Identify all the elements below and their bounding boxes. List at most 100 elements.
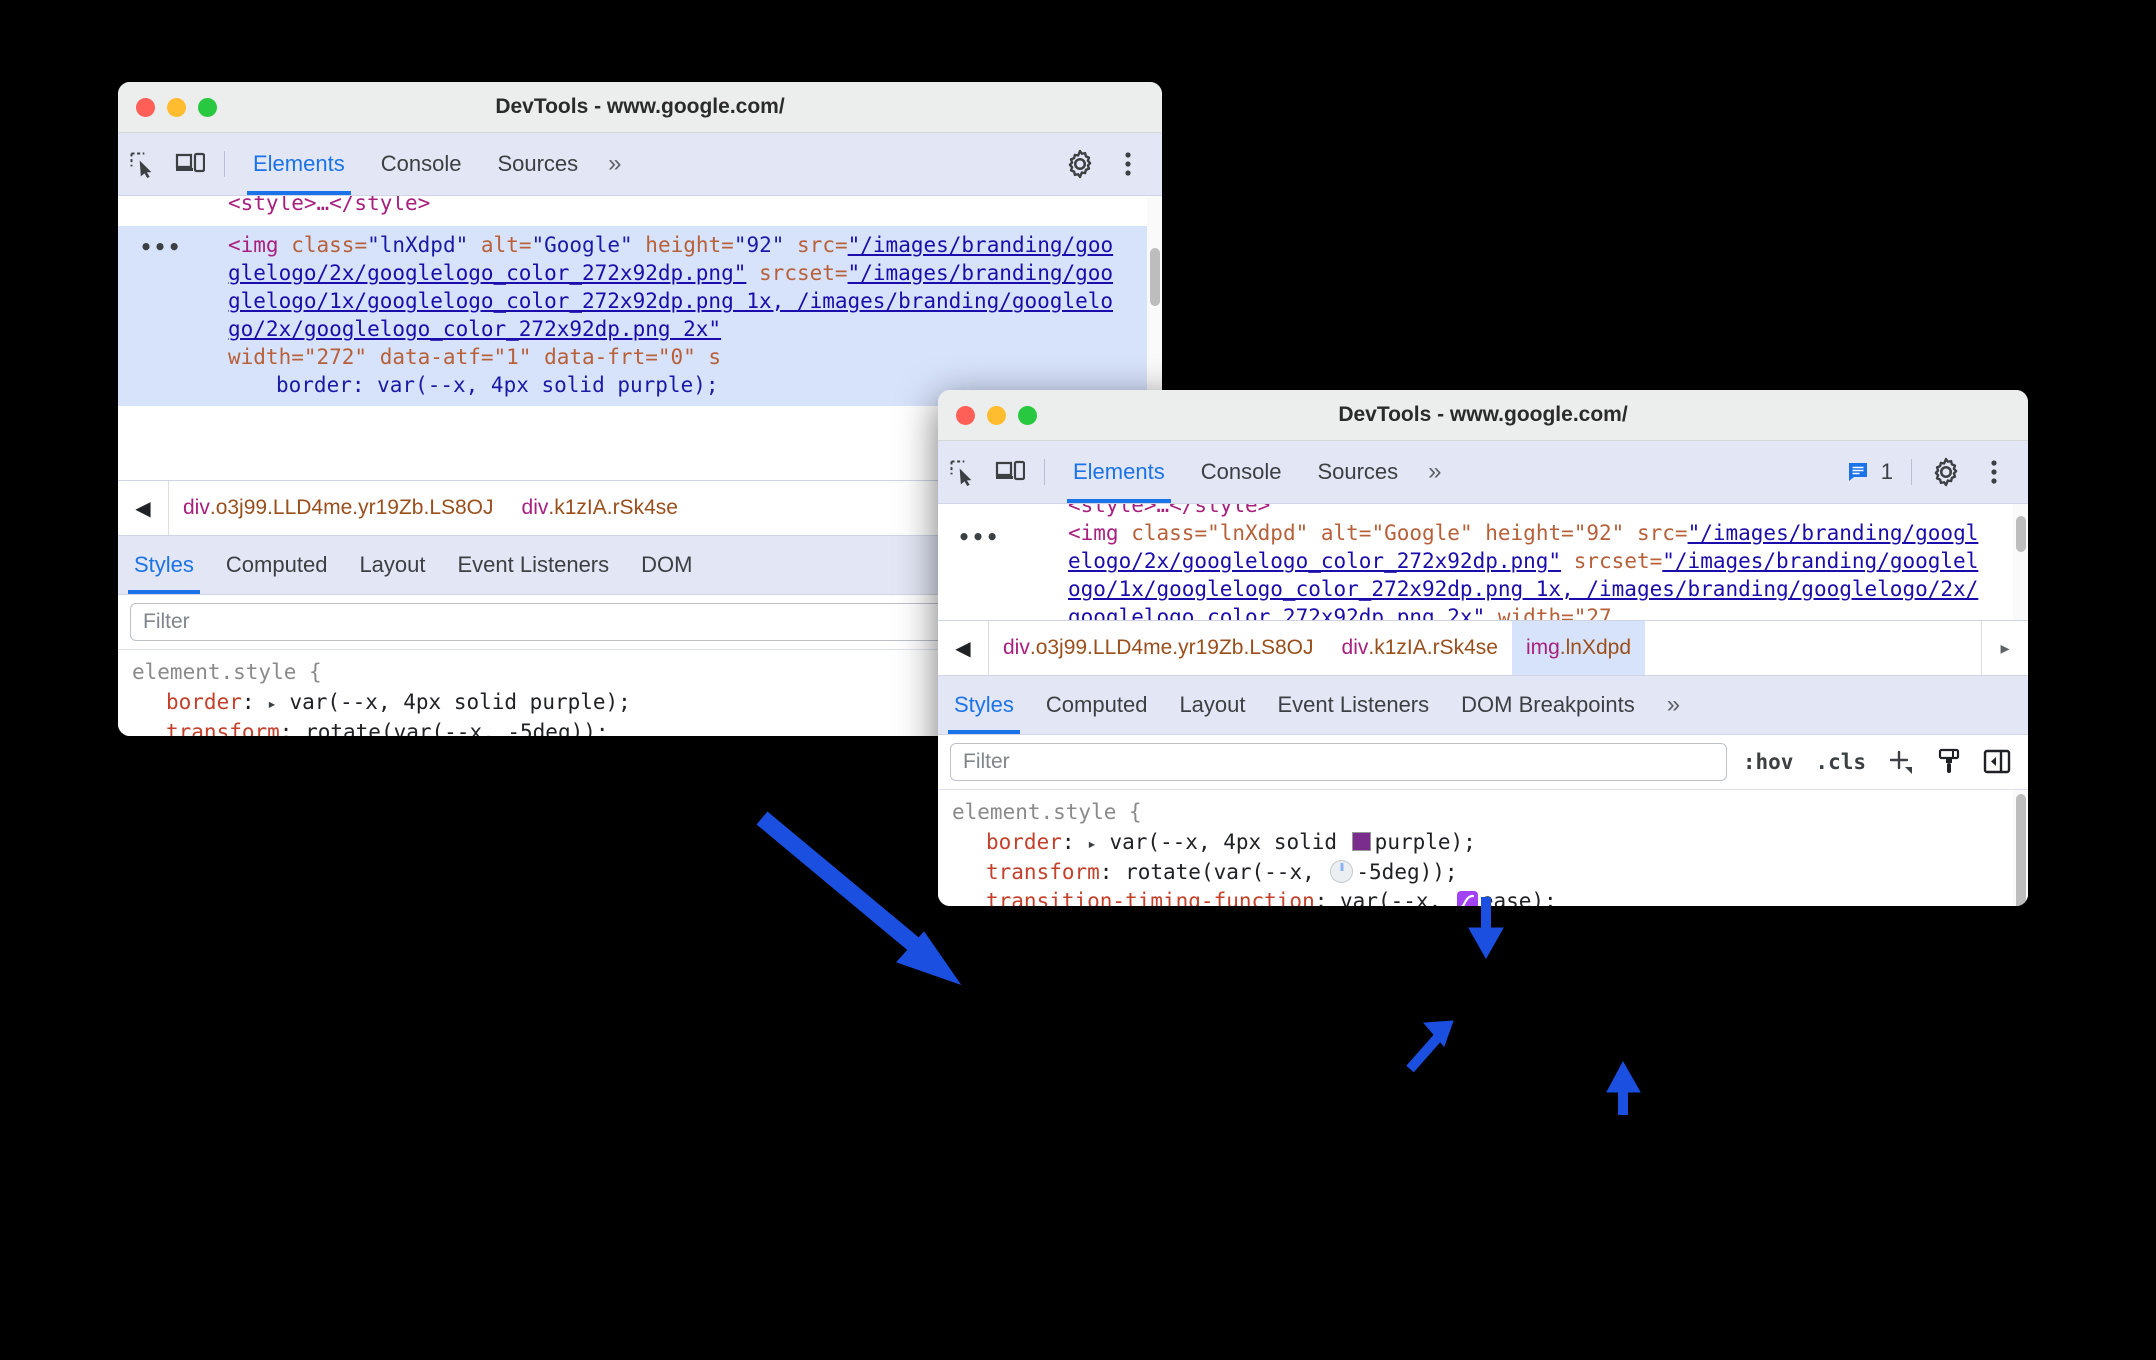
dom-node-markup[interactable]: <img class="lnXdpd" alt="Google" height=… [228,232,1122,344]
cls-button[interactable]: .cls [1809,750,1872,774]
gear-icon[interactable] [1056,142,1104,186]
pane-tab-computed[interactable]: Computed [210,536,344,594]
angle-swatch-icon[interactable] [1330,859,1354,883]
dom-node-markup[interactable]: <img class="lnXdpd" alt="Google" height=… [1068,520,1988,620]
inspect-element-icon[interactable] [118,142,166,186]
window1-toolbar-right[interactable] [1056,142,1162,186]
tab-sources[interactable]: Sources [479,133,596,195]
window1-traffic-lights[interactable] [136,97,217,117]
tab-console[interactable]: Console [1183,441,1300,503]
dom-partial-style-line[interactable]: <style>…</style> [228,196,430,215]
tab-elements[interactable]: Elements [235,133,363,195]
pane-tabs-overflow-chevron-icon[interactable]: » [1651,676,1696,734]
declaration-value[interactable]: rotate(var(--x, -5deg)); [305,720,608,736]
dom-attr-srcset-name: srcset= [759,260,848,285]
dom-vertical-scrollbar[interactable] [2013,504,2028,620]
computed-style-sidebar-icon[interactable] [1930,740,1968,784]
declaration-value-suffix[interactable]: purple); [1375,830,1476,854]
dom-ellipsis-badge[interactable]: ••• [140,234,182,261]
window2-panel-tabs[interactable]: Elements Console Sources » [1055,441,1454,503]
console-message-icon[interactable] [1841,450,1875,494]
tab-console[interactable]: Console [363,133,480,195]
minimize-window-button[interactable] [167,97,186,117]
kebab-menu-icon[interactable] [1104,142,1152,186]
tab-sources[interactable]: Sources [1299,441,1416,503]
breadcrumb-item-div-k1zIA[interactable]: div .k1zIA.rSk4se [1328,621,1512,675]
window2-traffic-lights[interactable] [956,405,1037,425]
pane-tab-event-listeners[interactable]: Event Listeners [442,536,626,594]
more-tabs-chevron-icon[interactable]: » [1416,441,1453,503]
maximize-window-button[interactable] [198,97,217,117]
declaration-transition-timing-function[interactable]: transition-timing-function: var(--x, eas… [952,887,2014,906]
declaration-border[interactable]: border: ▸ var(--x, 4px solid purple); [952,828,2014,858]
pane-tab-layout-label: Layout [359,552,426,577]
minimize-window-button[interactable] [987,405,1006,425]
window1-panel-tabs[interactable]: Elements Console Sources » [235,133,634,195]
window2-titlebar[interactable]: DevTools - www.google.com/ [938,390,2028,441]
device-toolbar-icon[interactable] [166,142,214,186]
gear-icon[interactable] [1922,450,1970,494]
pane-tab-dom-breakpoints[interactable]: DOM Breakpoints [1445,676,1651,734]
breadcrumb-back-icon[interactable]: ◀ [118,481,169,535]
declaration-value-suffix[interactable]: -5deg)); [1356,860,1457,884]
breadcrumb-forward-icon[interactable]: ▸ [1981,621,2028,675]
breadcrumb-item-div-k1zIA[interactable]: div .k1zIA.rSk4se [508,481,692,535]
styles-scrollbar-thumb[interactable] [2016,794,2026,906]
window1-titlebar[interactable]: DevTools - www.google.com/ [118,82,1162,133]
declaration-value-suffix[interactable]: ease); [1481,889,1557,906]
declaration-value[interactable]: var(--x, 4px solid purple); [289,690,630,714]
window2-styles-pane[interactable]: element.style { border: ▸ var(--x, 4px s… [938,790,2028,906]
add-new-rule-icon[interactable] [1882,740,1920,784]
declaration-property[interactable]: border [952,830,1062,854]
dom-partial-style-line[interactable]: <style>…</style> [1068,504,1270,517]
dom-selected-node-row[interactable]: ••• <img class="lnXdpd" alt="Google" hei… [118,226,1162,406]
dom-selected-node-row[interactable]: ••• <img class="lnXdpd" alt="Google" hei… [938,518,2028,620]
expand-arrow-icon[interactable]: ▸ [267,694,277,713]
breadcrumb-item-img-lnXdpd[interactable]: img .lnXdpd [1511,621,1646,675]
close-window-button[interactable] [136,97,155,117]
devtools-window-2[interactable]: DevTools - www.google.com/ Elements Cons… [938,390,2028,906]
pane-tab-layout[interactable]: Layout [343,536,441,594]
pane-tab-styles[interactable]: Styles [938,676,1030,734]
declaration-property[interactable]: transition-timing-function [952,889,1315,906]
declaration-property[interactable]: transform [132,720,280,736]
dom-tag-name: <img [228,233,279,257]
search-input[interactable]: Filter [950,743,1727,781]
tab-elements[interactable]: Elements [1055,441,1183,503]
window1-devtools-toolbar[interactable]: Elements Console Sources » [118,133,1162,196]
pane-tab-styles[interactable]: Styles [118,536,210,594]
pane-tab-layout[interactable]: Layout [1163,676,1261,734]
styles-vertical-scrollbar[interactable] [2013,790,2028,906]
window2-breadcrumb[interactable]: ◀ div .o3j99.LLD4me.yr19Zb.LS8OJ div .k1zI… [938,620,2028,676]
breadcrumb-item-div-o3j99[interactable]: div .o3j99.LLD4me.yr19Zb.LS8OJ [989,621,1328,675]
declaration-transform[interactable]: transform: rotate(var(--x, -5deg)); [952,858,2014,888]
pane-tab-computed[interactable]: Computed [1030,676,1164,734]
kebab-menu-icon[interactable] [1970,450,2018,494]
pane-tab-event-listeners[interactable]: Event Listeners [1262,676,1446,734]
window2-dom-tree[interactable]: <style>…</style> ••• <img class="lnXdpd"… [938,504,2028,620]
maximize-window-button[interactable] [1018,405,1037,425]
close-window-button[interactable] [956,405,975,425]
toggle-sidebar-icon[interactable] [1978,740,2016,784]
dom-scrollbar-thumb[interactable] [1150,248,1160,306]
device-toolbar-icon[interactable] [986,450,1034,494]
declaration-property[interactable]: border [132,690,242,714]
declaration-property[interactable]: transform [952,860,1100,884]
more-tabs-chevron-icon[interactable]: » [596,133,633,195]
dom-ellipsis-badge[interactable]: ••• [958,524,1000,551]
window2-toolbar-right[interactable]: 1 [1841,450,2028,494]
dom-scrollbar-thumb[interactable] [2016,516,2026,552]
window2-devtools-toolbar[interactable]: Elements Console Sources » 1 [938,441,2028,504]
pane-tab-dom[interactable]: DOM [625,536,708,594]
window2-filter-bar[interactable]: Filter :hov .cls [938,735,2028,790]
hov-button[interactable]: :hov [1737,750,1800,774]
window2-pane-tabs[interactable]: Styles Computed Layout Event Listeners D… [938,676,2028,735]
search-input[interactable]: Filter [130,603,1005,641]
style-rule-element-style[interactable]: element.style { border: ▸ var(--x, 4px s… [938,798,2028,906]
color-swatch-icon[interactable] [1351,831,1371,851]
inspect-element-icon[interactable] [938,450,986,494]
expand-arrow-icon[interactable]: ▸ [1087,834,1097,853]
breadcrumb-item-div-o3j99[interactable]: div .o3j99.LLD4me.yr19Zb.LS8OJ [169,481,508,535]
easing-swatch-icon[interactable] [1456,891,1478,906]
breadcrumb-back-icon[interactable]: ◀ [938,621,989,675]
